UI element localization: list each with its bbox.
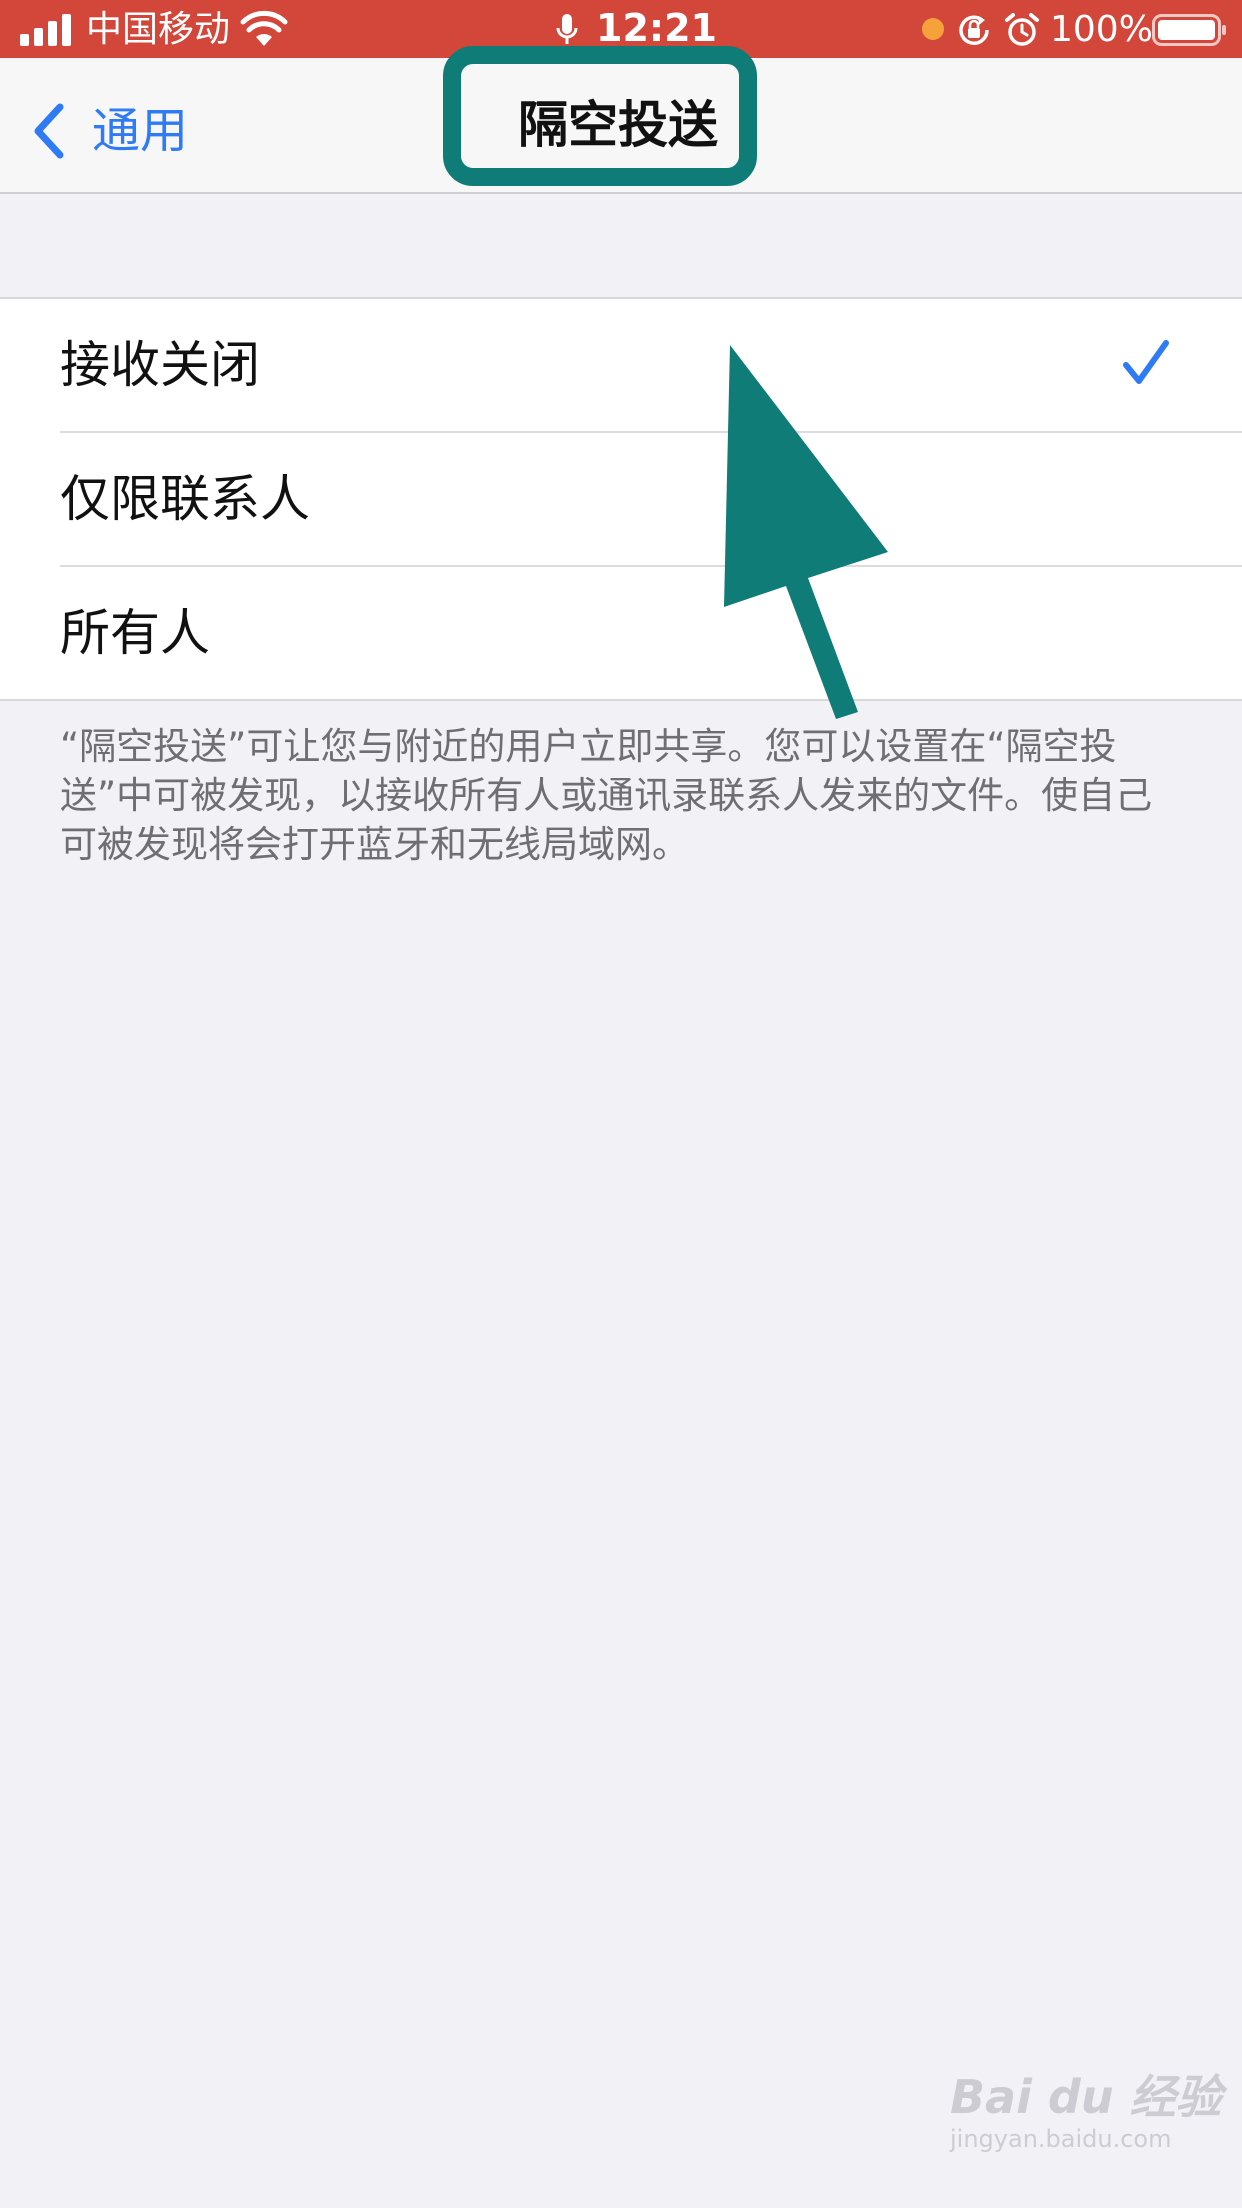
privacy-indicator-dot — [922, 18, 944, 40]
chevron-left-icon — [34, 103, 64, 159]
cellular-signal-icon — [20, 14, 71, 46]
option-label: 所有人 — [60, 604, 210, 662]
option-contacts-only[interactable]: 仅限联系人 — [0, 433, 1242, 567]
watermark-logo: Bai du 经验 — [950, 2070, 1222, 2124]
carrier-name: 中国移动 — [86, 9, 231, 50]
wifi-icon — [240, 10, 288, 46]
watermark-url: jingyan.baidu.com — [950, 2125, 1172, 2153]
alarm-clock-icon — [1005, 13, 1039, 46]
back-button[interactable]: 通用 — [30, 96, 188, 166]
airdrop-options-list: 接收关闭 仅限联系人 所有人 — [0, 297, 1242, 701]
airdrop-description: “隔空投送”可让您与附近的用户立即共享。您可以设置在“隔空投送”中可被发现，以接… — [60, 725, 1153, 866]
checkmark-icon — [1123, 340, 1169, 384]
option-label: 仅限联系人 — [60, 470, 310, 528]
status-time: 12:21 — [596, 6, 717, 50]
option-receiving-off[interactable]: 接收关闭 — [0, 299, 1242, 433]
rotation-lock-icon — [959, 15, 989, 45]
title-highlight-annotation — [443, 46, 757, 186]
watermark: Bai du 经验 jingyan.baidu.com — [950, 2070, 1222, 2154]
microphone-icon — [556, 14, 578, 44]
option-everyone[interactable]: 所有人 — [0, 567, 1242, 701]
back-button-label: 通用 — [92, 103, 189, 159]
battery-icon — [1152, 14, 1226, 46]
option-label: 接收关闭 — [60, 336, 260, 394]
battery-percentage: 100% — [1050, 9, 1153, 50]
